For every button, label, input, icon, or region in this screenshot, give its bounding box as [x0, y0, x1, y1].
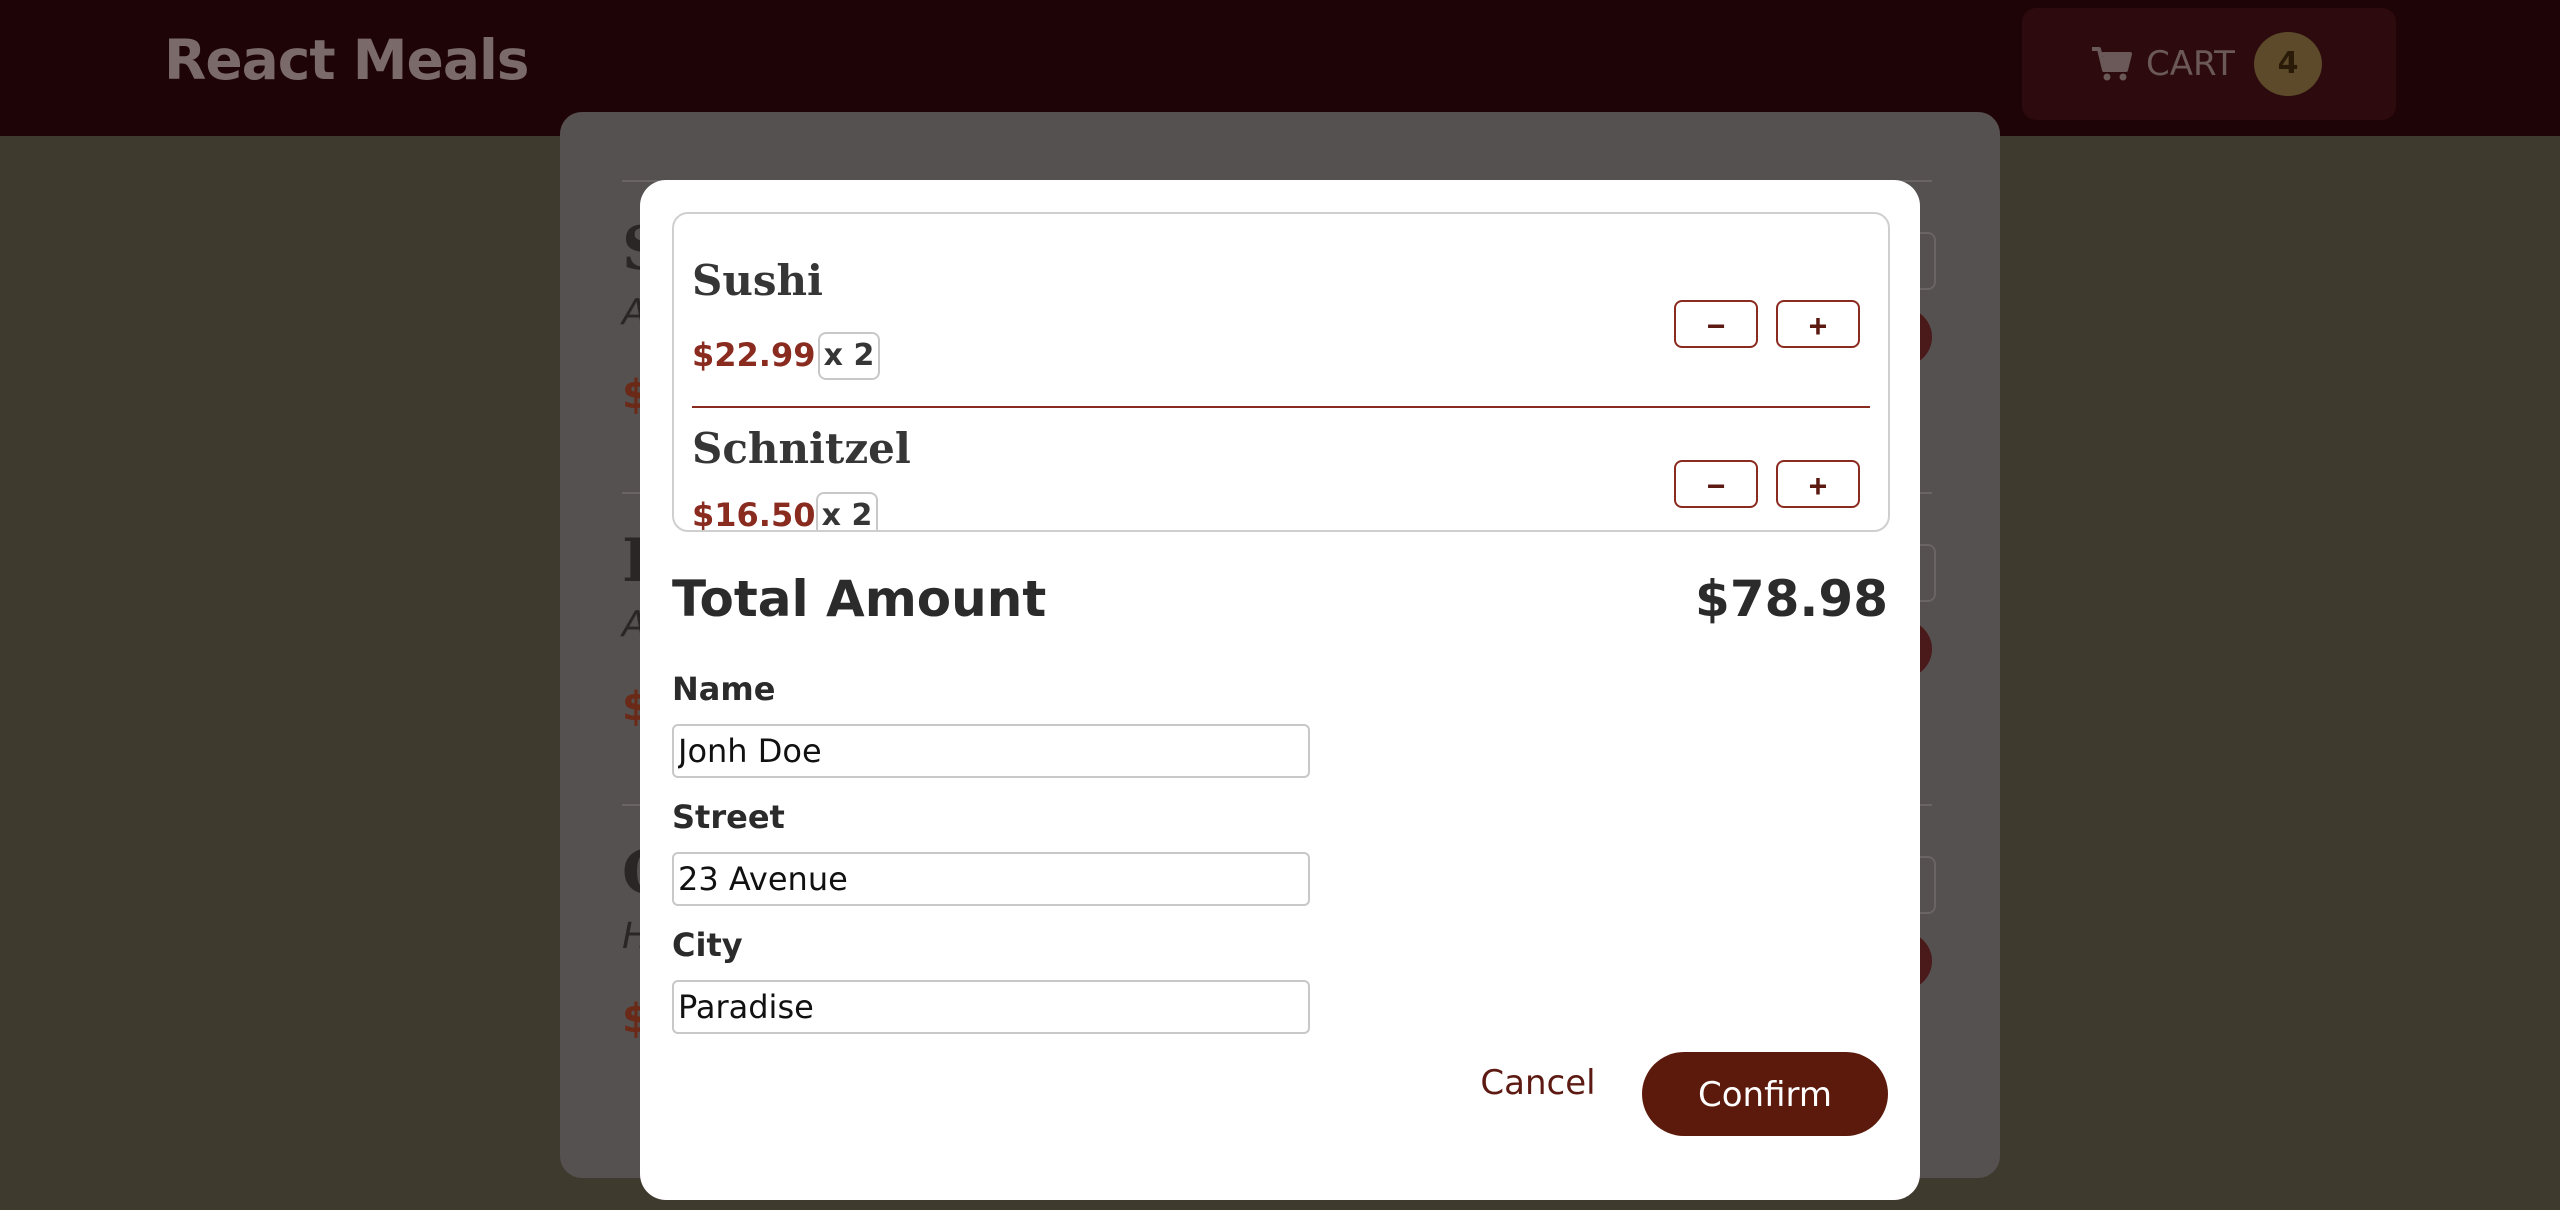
cart-modal: Sushi $22.99 x 2 − + Schnitzel $16.50 x … — [640, 180, 1920, 1200]
name-input[interactable] — [672, 724, 1310, 778]
cart-item-quantity: x 2 — [818, 332, 880, 380]
cart-label: CART — [2146, 44, 2235, 84]
app-title: React Meals — [164, 28, 530, 92]
total-amount-value: $78.98 — [1695, 570, 1888, 628]
decrease-quantity-button[interactable]: − — [1674, 460, 1758, 508]
shopping-cart-icon — [2092, 47, 2132, 81]
cart-count-badge: 4 — [2254, 32, 2322, 96]
decrease-quantity-button[interactable]: − — [1674, 300, 1758, 348]
increase-quantity-button[interactable]: + — [1776, 300, 1860, 348]
cart-item-price: $22.99 — [692, 336, 816, 374]
increase-quantity-button[interactable]: + — [1776, 460, 1860, 508]
street-input[interactable] — [672, 852, 1310, 906]
city-label: City — [672, 926, 743, 964]
cancel-button[interactable]: Cancel — [1448, 1052, 1628, 1112]
confirm-button[interactable]: Confirm — [1642, 1052, 1888, 1136]
name-label: Name — [672, 670, 776, 708]
total-amount-label: Total Amount — [672, 570, 1047, 628]
city-input[interactable] — [672, 980, 1310, 1034]
cart-item-name: Schnitzel — [692, 424, 911, 473]
cart-item: Schnitzel $16.50 x 2 − + — [692, 406, 1870, 532]
cart-item: Sushi $22.99 x 2 − + — [692, 214, 1870, 380]
street-label: Street — [672, 798, 785, 836]
cart-items-list[interactable]: Sushi $22.99 x 2 − + Schnitzel $16.50 x … — [672, 212, 1890, 532]
cart-button[interactable]: CART 4 — [2022, 8, 2396, 120]
cart-item-name: Sushi — [692, 256, 824, 305]
cart-item-price: $16.50 — [692, 496, 816, 532]
cart-item-quantity: x 2 — [816, 492, 878, 530]
cart-item-divider — [692, 406, 1870, 408]
